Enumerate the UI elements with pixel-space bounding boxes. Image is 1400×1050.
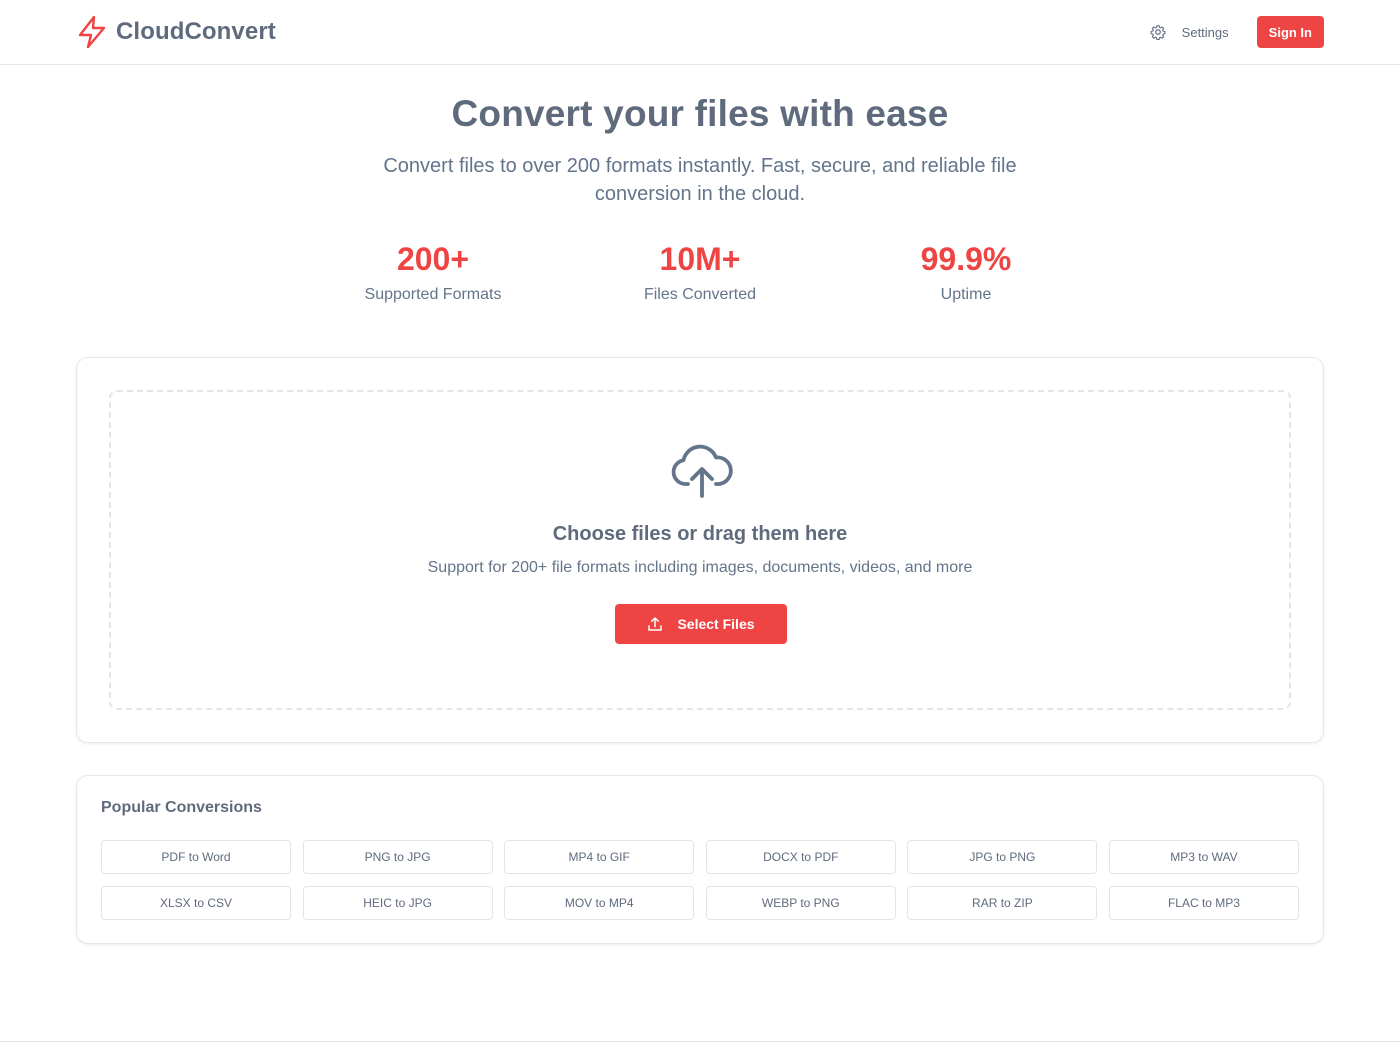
stat-label: Supported Formats [364, 286, 502, 303]
conversion-chip[interactable]: MP4 to GIF [504, 840, 695, 874]
dropzone-subtitle: Support for 200+ file formats including … [427, 559, 973, 576]
brand-logo-link[interactable]: CloudConvert [77, 15, 276, 49]
conversion-chip[interactable]: MOV to MP4 [504, 886, 695, 920]
sign-in-button[interactable]: Sign In [1256, 16, 1324, 48]
footer-divider [0, 1041, 1400, 1042]
conversion-chip[interactable]: HEIC to JPG [302, 886, 493, 920]
conversion-chip[interactable]: MP3 to WAV [1108, 840, 1299, 874]
conversion-chip[interactable]: PDF to Word [101, 840, 291, 874]
top-navbar: CloudConvert Settings Sign In [0, 0, 1400, 65]
conversion-chip[interactable]: XLSX to CSV [101, 886, 291, 920]
file-dropzone[interactable]: Choose files or drag them here Support f… [109, 390, 1291, 710]
stat-value: 200+ [396, 241, 470, 277]
brand-name: CloudConvert [116, 18, 276, 45]
settings-label: Settings [1181, 24, 1229, 40]
stat-value: 10M+ [659, 241, 741, 277]
lightning-bolt-icon [78, 15, 106, 49]
popular-conversions-title: Popular Conversions [101, 799, 262, 816]
conversion-chip[interactable]: JPG to PNG [907, 840, 1098, 874]
stat-value: 99.9% [920, 241, 1012, 277]
conversion-chip[interactable]: FLAC to MP3 [1108, 886, 1299, 920]
gear-icon [1150, 25, 1166, 40]
upload-tray-icon [648, 617, 663, 631]
stat-uptime: 99.9% Uptime [856, 238, 1076, 304]
cloud-upload-icon [671, 444, 733, 498]
conversion-chip[interactable]: RAR to ZIP [907, 886, 1098, 920]
conversion-chip[interactable]: DOCX to PDF [705, 840, 896, 874]
stat-files-converted: 10M+ Files Converted [590, 238, 810, 304]
upload-card: Choose files or drag them here Support f… [76, 357, 1324, 743]
settings-link[interactable]: Settings [1150, 16, 1229, 48]
dropzone-title: Choose files or drag them here [552, 523, 848, 545]
conversion-grid: PDF to Word PNG to JPG MP4 to GIF DOCX t… [101, 840, 1299, 920]
stat-supported-formats: 200+ Supported Formats [323, 238, 543, 304]
header-actions: Settings Sign In [1150, 16, 1324, 48]
stat-label: Files Converted [643, 286, 757, 303]
hero-subtitle: Convert files to over 200 formats instan… [383, 155, 1017, 205]
popular-conversions-card: Popular Conversions PDF to Word PNG to J… [76, 775, 1324, 944]
select-files-label: Select Files [677, 616, 755, 632]
stat-label: Uptime [940, 286, 992, 303]
hero-title: Convert your files with ease [451, 93, 949, 134]
conversion-chip[interactable]: WEBP to PNG [705, 886, 896, 920]
select-files-button[interactable]: Select Files [615, 604, 787, 644]
conversion-chip[interactable]: PNG to JPG [302, 840, 493, 874]
